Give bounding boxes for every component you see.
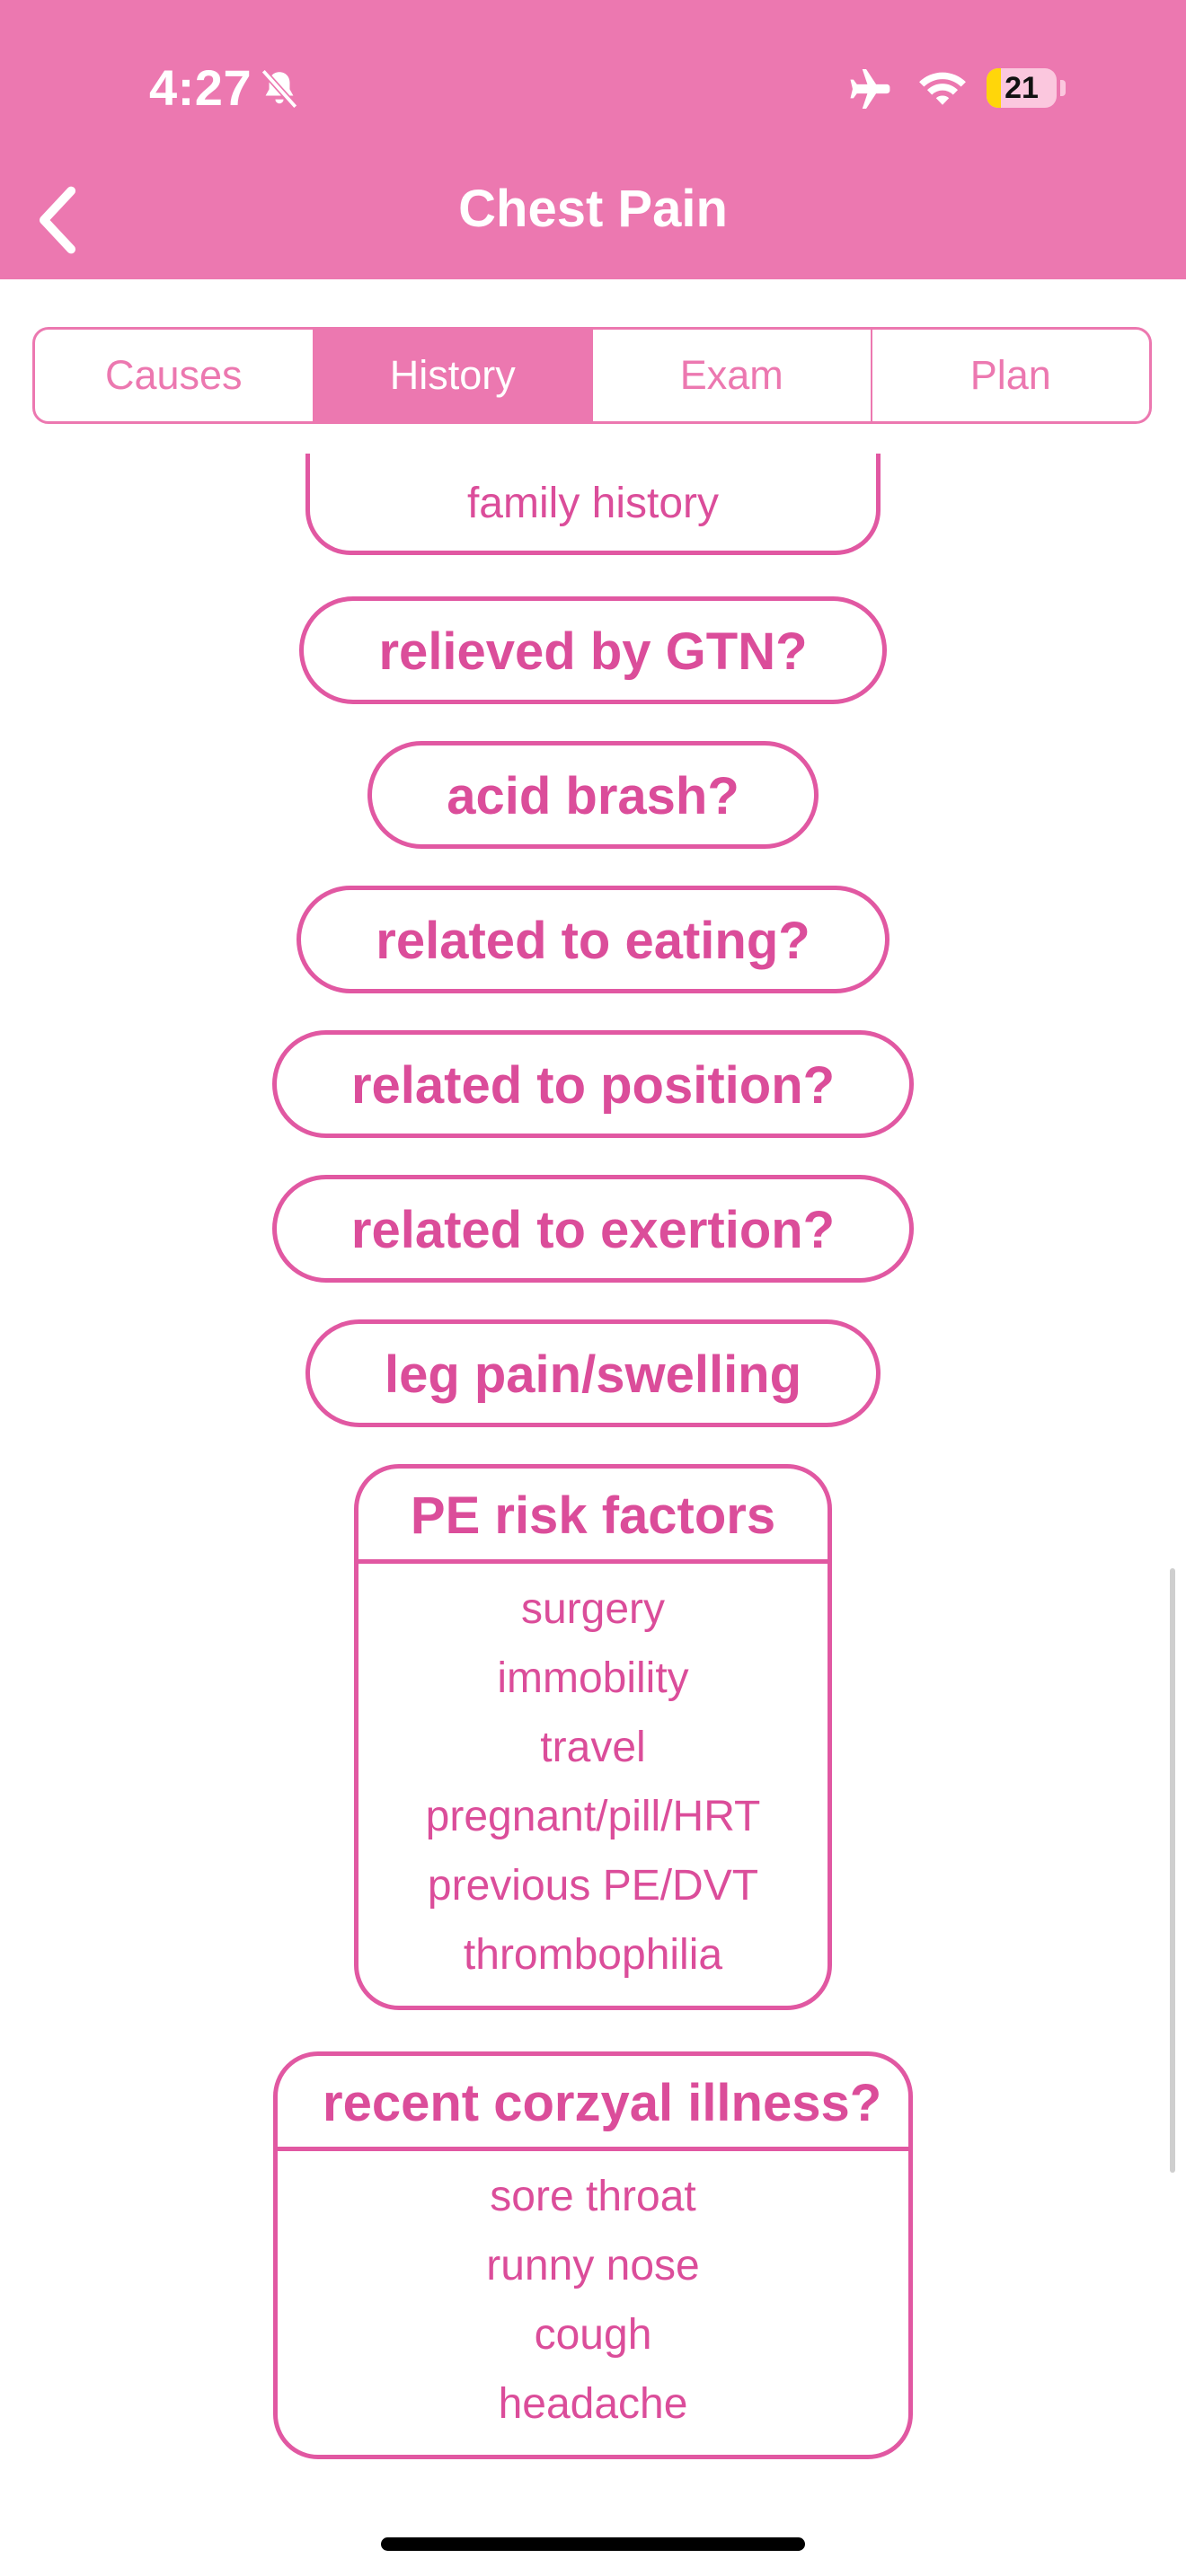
header: 4:27 21 Chest Pain [0, 0, 1186, 279]
screen: 4:27 21 Chest Pain Causes History Exam P… [0, 0, 1186, 2576]
risk-factors-card-items: smoker family history [422, 454, 764, 551]
nav-bar: Chest Pain [0, 171, 1186, 279]
recent-illness-card-items: sore throat runny nose cough headache [441, 2151, 745, 2455]
bell-off-icon [261, 68, 298, 110]
battery-icon: 21 [987, 68, 1057, 108]
list-item: surgery [520, 1585, 666, 1633]
list-item: smoker [467, 454, 719, 469]
pe-risk-factors-card-title[interactable]: PE risk factors [358, 1469, 828, 1564]
history-list: smoker family history relieved by GTN? acid… [0, 454, 1186, 2466]
wifi-icon [919, 72, 966, 105]
recent-illness-card-title[interactable]: recent corzyal illness? [278, 2056, 908, 2151]
battery-level: 21 [1005, 71, 1039, 105]
tab-history[interactable]: History [312, 330, 591, 421]
page-title: Chest Pain [458, 180, 728, 238]
tab-causes[interactable]: Causes [35, 330, 313, 421]
question-button[interactable]: related to exertion? [271, 1175, 915, 1283]
question-button[interactable]: leg pain/swelling [305, 1319, 881, 1427]
chevron-left-icon [39, 186, 76, 254]
airplane-icon [850, 68, 890, 110]
list-item: immobility [497, 1654, 689, 1702]
list-item: runny nose [486, 2242, 700, 2289]
list-item: sore throat [490, 2173, 696, 2220]
recent-illness-card: recent corzyal illness? sore throat runny … [273, 2051, 913, 2459]
tab-bar: Causes History Exam Plan [32, 327, 1152, 424]
status-time: 4:27 [149, 59, 252, 116]
list-item: family history [466, 480, 720, 527]
tab-exam[interactable]: Exam [591, 330, 871, 421]
battery-tip [1060, 80, 1066, 96]
question-button[interactable]: acid brash? [367, 741, 819, 849]
question-button[interactable]: related to eating? [296, 886, 890, 993]
pe-risk-factors-card: PE risk factors surgery immobility travel pr… [354, 1464, 832, 2010]
list-item: previous PE/DVT [427, 1862, 759, 1910]
question-button[interactable]: related to position? [271, 1030, 915, 1138]
list-item: cough [534, 2311, 652, 2359]
status-bar: 4:27 21 [0, 0, 1186, 171]
list-item: thrombophilia [463, 1931, 723, 1979]
question-button[interactable]: relieved by GTN? [299, 596, 887, 704]
scroll-indicator[interactable] [1170, 1568, 1175, 2173]
risk-factors-card: smoker family history [305, 454, 881, 555]
home-indicator [381, 2537, 805, 2551]
history-content: smoker family history relieved by GTN? acid… [0, 454, 1186, 2466]
list-item: pregnant/pill/HRT [425, 1793, 761, 1840]
back-button[interactable] [13, 171, 102, 269]
pe-risk-factors-card-items: surgery immobility travel pregnant/pill/HRT… [381, 1564, 806, 2006]
list-item: travel [540, 1724, 646, 1771]
list-item: headache [498, 2380, 688, 2428]
tab-plan[interactable]: Plan [870, 330, 1150, 421]
